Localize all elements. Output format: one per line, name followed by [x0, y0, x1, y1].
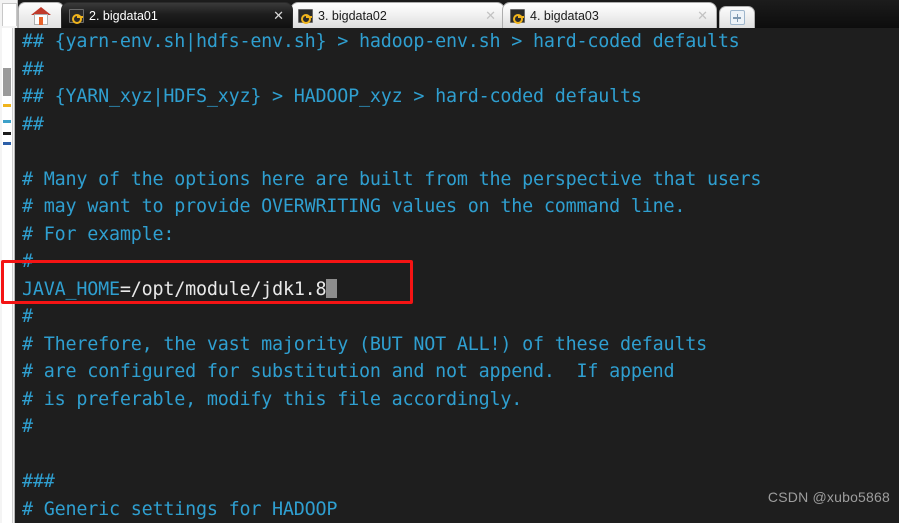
sidebar-marker — [3, 104, 11, 107]
left-sidebar-strip[interactable] — [0, 28, 15, 523]
key-icon — [69, 8, 84, 24]
terminal-client-window: 2. bigdata01 ✕ 3. bigdata02 ✕ 4. bigdata… — [0, 0, 899, 523]
tab-close-icon[interactable]: ✕ — [269, 9, 284, 22]
tab-close-icon[interactable]: ✕ — [693, 9, 708, 22]
env-var-value: =/opt/module/jdk1.8 — [119, 278, 327, 300]
sidebar-marker — [3, 142, 11, 145]
terminal-line: # — [22, 306, 33, 327]
home-icon — [31, 6, 51, 25]
terminal-line: # may want to provide OVERWRITING values… — [22, 196, 686, 217]
terminal-line: # — [22, 416, 33, 437]
terminal-line: ## — [22, 113, 44, 135]
plus-icon — [729, 10, 745, 25]
terminal-line: # is preferable, modify this file accord… — [22, 388, 523, 410]
key-icon — [298, 8, 313, 24]
terminal-line: # Many of the options here are built fro… — [22, 168, 762, 190]
terminal-line: # — [22, 251, 33, 272]
env-var-name: JAVA_HOME — [22, 278, 120, 300]
sidebar-marker — [3, 68, 11, 96]
sidebar-collapsed-panel[interactable] — [2, 28, 13, 523]
text-cursor — [326, 278, 338, 298]
tab-label: 2. bigdata01 — [89, 8, 158, 23]
tab-bigdata02[interactable]: 3. bigdata02 ✕ — [290, 2, 505, 28]
sidebar-marker — [3, 132, 11, 135]
terminal-line: ## {yarn-env.sh|hdfs-env.sh} > hadoop-en… — [22, 31, 740, 52]
tab-label: 3. bigdata02 — [318, 8, 387, 23]
home-tab-button[interactable] — [18, 2, 64, 28]
terminal-area: ## {yarn-env.sh|hdfs-env.sh} > hadoop-en… — [0, 28, 899, 523]
terminal-output[interactable]: ## {yarn-env.sh|hdfs-env.sh} > hadoop-en… — [15, 28, 899, 523]
terminal-line: ## {YARN_xyz|HDFS_xyz} > HADOOP_xyz > ha… — [22, 86, 642, 107]
terminal-line: # Therefore, the vast majority (BUT NOT … — [22, 333, 707, 355]
sidebar-marker — [3, 120, 11, 123]
tab-label: 4. bigdata03 — [530, 8, 599, 23]
terminal-line: ## — [22, 58, 44, 80]
watermark-text: CSDN @xubo5868 — [767, 489, 890, 505]
terminal-line: JAVA_HOME=/opt/module/jdk1.8 — [22, 276, 899, 304]
terminal-line: # For example: — [22, 223, 175, 245]
new-tab-button[interactable] — [719, 6, 755, 28]
key-icon — [510, 8, 525, 24]
tab-bar: 2. bigdata01 ✕ 3. bigdata02 ✕ 4. bigdata… — [0, 0, 899, 28]
tab-bigdata01[interactable]: 2. bigdata01 ✕ — [61, 2, 293, 28]
tab-bigdata03[interactable]: 4. bigdata03 ✕ — [502, 2, 717, 28]
tab-close-icon[interactable]: ✕ — [481, 9, 496, 22]
terminal-line: # are configured for substitution and no… — [22, 361, 675, 382]
tabbar-left-edge — [0, 0, 18, 28]
